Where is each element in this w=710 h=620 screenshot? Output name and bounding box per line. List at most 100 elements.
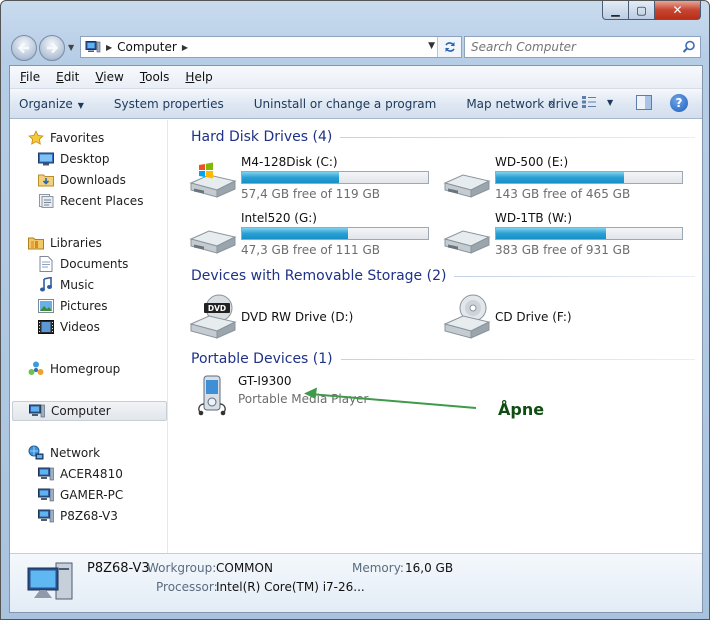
chevron-down-icon: ▼ (607, 97, 614, 107)
nav-recent-places-label: Recent Places (60, 194, 144, 208)
breadcrumb-arrow-icon[interactable]: ▶ (182, 43, 188, 52)
details-processor-value: Intel(R) Core(TM) i7-26... (216, 580, 365, 594)
recent-places-icon (38, 193, 54, 209)
search-icon[interactable] (682, 40, 696, 54)
system-properties-button[interactable]: System properties (114, 97, 224, 111)
forward-button[interactable] (39, 35, 65, 61)
computer-icon (29, 403, 45, 419)
menu-view[interactable]: View (87, 70, 131, 84)
map-network-drive-button[interactable]: Map network drive (466, 97, 578, 111)
content-pane: Hard Disk Drives (4) M4-128Disk (C:) 57,… (169, 120, 702, 553)
recent-pages-dropdown[interactable]: ▼ (68, 43, 74, 52)
address-row: ▼ ▶ Computer ▶ ▼ (9, 31, 703, 63)
group-divider (454, 275, 695, 277)
removable-drive-item[interactable]: DVD DVD RW Drive (D:) (187, 294, 437, 340)
computer-icon (85, 41, 101, 53)
drive-usage-fill (242, 228, 349, 239)
nav-network-label: Network (50, 446, 101, 460)
drive-free-space: 383 GB free of 931 GB (495, 243, 631, 257)
libraries-icon (28, 235, 44, 251)
organize-button[interactable]: Organize ▼ (19, 97, 84, 111)
drive-item[interactable]: WD-1TB (W:) 383 GB free of 931 GB (441, 211, 691, 257)
network-computer-icon (38, 466, 54, 482)
menu-edit-label: dit (63, 70, 80, 84)
drive-item[interactable]: WD-500 (E:) 143 GB free of 465 GB (441, 155, 691, 201)
chevron-down-icon: ▼ (77, 100, 84, 110)
nav-libraries-label: Libraries (50, 236, 102, 250)
menu-help-label: elp (194, 70, 213, 84)
removable-drive-item[interactable]: CD Drive (F:) (441, 294, 691, 340)
drive-free-space: 143 GB free of 465 GB (495, 187, 631, 201)
breadcrumb-computer[interactable]: Computer (117, 40, 177, 54)
maximize-button[interactable]: ▢ (629, 1, 655, 20)
network-icon (28, 445, 44, 461)
menu-edit[interactable]: Edit (48, 70, 87, 84)
hard-drive-icon (189, 230, 237, 254)
refresh-icon (444, 42, 455, 52)
windows-drive-icon (189, 162, 237, 198)
refresh-button[interactable] (437, 37, 461, 57)
change-view-button[interactable]: ▼ (581, 95, 613, 109)
drive-name: Intel520 (G:) (241, 211, 317, 225)
network-computer-icon (38, 508, 54, 524)
nav-computer[interactable]: Computer (12, 401, 167, 421)
preview-pane-icon (636, 95, 652, 110)
nav-favorites[interactable]: Favorites (28, 128, 185, 148)
nav-homegroup[interactable]: Homegroup (28, 359, 185, 379)
forward-arrow-icon (47, 42, 59, 54)
group-divider (340, 358, 695, 360)
media-player-icon (198, 375, 226, 416)
nav-network[interactable]: Network (28, 443, 185, 463)
details-memory-value: 16,0 GB (405, 561, 454, 575)
cd-drive-icon (443, 294, 491, 339)
nav-music-label: Music (60, 278, 95, 292)
nav-network-computer-label: GAMER-PC (60, 488, 124, 502)
help-button[interactable]: ? (670, 94, 688, 112)
close-button[interactable]: ✕ (655, 1, 701, 20)
minimize-button[interactable]: ▁ (602, 1, 629, 20)
details-memory-label: Memory: (352, 561, 404, 575)
nav-network-computer-label: P8Z68-V3 (60, 509, 118, 523)
dvd-drive-icon: DVD (189, 294, 237, 339)
breadcrumb-arrow-icon[interactable]: ▶ (106, 43, 112, 52)
group-title: Portable Devices (1) (191, 351, 333, 367)
network-computer-icon (38, 487, 54, 503)
details-computer-name: P8Z68-V3 (87, 561, 150, 576)
drive-item[interactable]: Intel520 (G:) 47,3 GB free of 111 GB (187, 211, 437, 257)
videos-icon (38, 319, 54, 335)
device-name: GT-I9300 (238, 374, 292, 388)
address-dropdown-icon[interactable]: ▼ (428, 41, 435, 51)
nav-videos-label: Videos (60, 320, 100, 334)
menu-tools[interactable]: Tools (132, 70, 178, 84)
drive-usage-bar (495, 227, 683, 240)
nav-pictures-label: Pictures (60, 299, 108, 313)
group-header-portable-devices[interactable]: Portable Devices (1) (191, 351, 695, 367)
command-bar: Organize ▼ System properties Uninstall or… (10, 89, 702, 119)
nav-computer-label: Computer (51, 404, 111, 418)
group-header-hard-disk-drives[interactable]: Hard Disk Drives (4) (191, 129, 695, 145)
dvd-badge: DVD (208, 304, 226, 313)
more-commands-button[interactable]: » (548, 96, 555, 110)
search-input[interactable] (471, 40, 671, 54)
group-title: Hard Disk Drives (4) (191, 129, 333, 145)
group-header-removable-storage[interactable]: Devices with Removable Storage (2) (191, 268, 695, 284)
nav-network-computer-label: ACER4810 (60, 467, 123, 481)
pictures-icon (38, 298, 54, 314)
menu-bar: File Edit View Tools Help (10, 66, 702, 89)
drive-item[interactable]: M4-128Disk (C:) 57,4 GB free of 119 GB (187, 155, 437, 201)
menu-file[interactable]: File (12, 70, 48, 84)
drive-usage-fill (496, 172, 625, 183)
details-workgroup-label: Workgroup: (147, 561, 217, 575)
uninstall-program-button[interactable]: Uninstall or change a program (254, 97, 437, 111)
organize-label: Organize (19, 96, 73, 111)
menu-view-label: iew (103, 70, 124, 84)
nav-libraries[interactable]: Libraries (28, 233, 185, 253)
star-icon (28, 130, 44, 146)
back-button[interactable] (11, 35, 37, 61)
preview-pane-button[interactable] (636, 95, 652, 113)
menu-edit-accesskey: E (56, 70, 64, 84)
menu-help[interactable]: Help (177, 70, 220, 84)
address-bar[interactable]: ▶ Computer ▶ ▼ (80, 36, 462, 58)
search-box[interactable] (464, 36, 701, 58)
drive-usage-bar (495, 171, 683, 184)
